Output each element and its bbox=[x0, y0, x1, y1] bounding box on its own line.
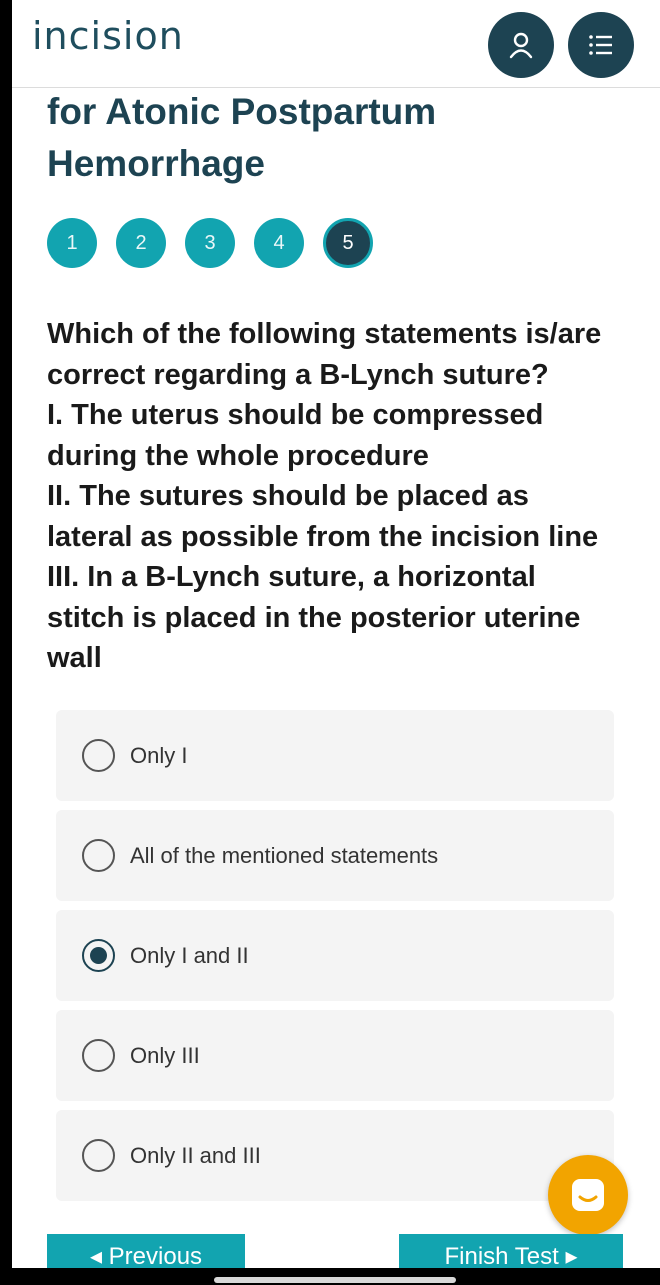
question-line: III. In a B-Lynch suture, a horizontal bbox=[47, 561, 536, 593]
answer-label: Only III bbox=[130, 1042, 200, 1068]
step-1[interactable]: 1 bbox=[47, 218, 97, 268]
previous-button[interactable]: ◂ Previous bbox=[47, 1234, 245, 1268]
question-stepper: 1 2 3 4 5 bbox=[47, 218, 392, 268]
question-line: stitch is placed in the posterior uterin… bbox=[47, 601, 581, 634]
test-title-line: for Atonic Postpartum bbox=[47, 91, 437, 132]
answer-options: Only I All of the mentioned statements O… bbox=[56, 710, 614, 1210]
quiz-screen: incision for Atonic Postpartum Hemorrhag… bbox=[12, 0, 660, 1268]
answer-option[interactable]: Only III bbox=[56, 1010, 614, 1101]
finish-test-button[interactable]: Finish Test ▸ bbox=[399, 1234, 623, 1268]
test-title-line: Hemorrhage bbox=[47, 143, 265, 184]
question-line: I. The uterus should be compressed bbox=[47, 399, 544, 431]
step-4[interactable]: 4 bbox=[254, 218, 304, 268]
radio-button[interactable] bbox=[82, 839, 115, 872]
chat-button[interactable] bbox=[548, 1155, 628, 1235]
answer-label: Only II and III bbox=[130, 1142, 261, 1168]
answer-label: Only I and II bbox=[130, 942, 249, 968]
chat-icon bbox=[572, 1179, 604, 1211]
home-indicator[interactable] bbox=[214, 1277, 456, 1283]
question-text: Which of the following statements is/are… bbox=[47, 314, 632, 679]
test-title: for Atonic Postpartum Hemorrhage bbox=[47, 86, 607, 190]
list-menu-icon bbox=[589, 35, 612, 55]
step-5-active[interactable]: 5 bbox=[323, 218, 373, 268]
app-header: incision bbox=[12, 0, 660, 88]
question-line: during the whole procedure bbox=[47, 439, 429, 472]
user-icon bbox=[509, 32, 533, 59]
radio-button[interactable] bbox=[82, 1039, 115, 1072]
question-line: lateral as possible from the incision li… bbox=[47, 520, 599, 553]
profile-button[interactable] bbox=[488, 12, 554, 78]
radio-button[interactable] bbox=[82, 1139, 115, 1172]
menu-button[interactable] bbox=[568, 12, 634, 78]
radio-dot bbox=[90, 947, 107, 964]
answer-label: Only I bbox=[130, 742, 188, 768]
question-line: II. The sutures should be placed as bbox=[47, 480, 529, 512]
step-2[interactable]: 2 bbox=[116, 218, 166, 268]
radio-button-checked[interactable] bbox=[82, 939, 115, 972]
app-logo[interactable]: incision bbox=[32, 14, 184, 58]
question-line: correct regarding a B-Lynch suture? bbox=[47, 358, 549, 391]
answer-option[interactable]: Only I bbox=[56, 710, 614, 801]
answer-option[interactable]: Only II and III bbox=[56, 1110, 614, 1201]
answer-option[interactable]: All of the mentioned statements bbox=[56, 810, 614, 901]
step-3[interactable]: 3 bbox=[185, 218, 235, 268]
radio-button[interactable] bbox=[82, 739, 115, 772]
question-line: wall bbox=[47, 642, 102, 674]
answer-option-selected[interactable]: Only I and II bbox=[56, 910, 614, 1001]
answer-label: All of the mentioned statements bbox=[130, 842, 439, 868]
question-line: Which of the following statements is/are bbox=[47, 318, 602, 350]
